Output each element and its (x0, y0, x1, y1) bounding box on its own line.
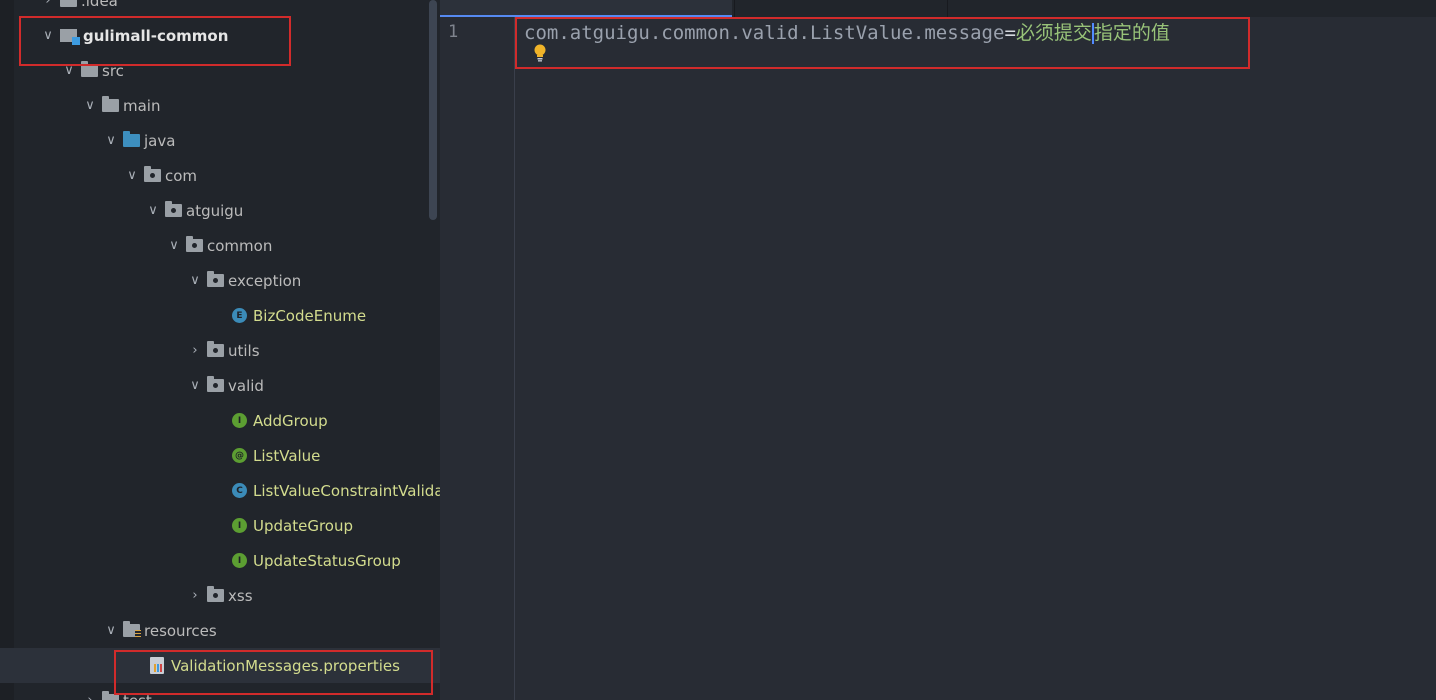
tree-item-label: utils (228, 341, 260, 360)
tree-item-label: .idea (81, 0, 118, 10)
tree-item-valid[interactable]: ∨ valid (0, 368, 440, 403)
tree-item-com[interactable]: ∨ com (0, 158, 440, 193)
tree-scrollbar[interactable] (429, 0, 437, 220)
folder-icon (60, 0, 77, 7)
highlight-box-module (19, 16, 291, 66)
interface-icon: I (232, 413, 247, 428)
package-icon (165, 201, 182, 217)
folder-icon (102, 96, 119, 112)
highlight-box-code (515, 17, 1250, 69)
chevron-down-icon[interactable]: ∨ (103, 133, 119, 148)
line-number: 1 (448, 22, 459, 42)
tree-item-label: resources (144, 621, 217, 640)
tree-item-label: UpdateStatusGroup (253, 551, 401, 570)
package-icon (207, 376, 224, 392)
annotation-icon: @ (232, 448, 247, 463)
package-icon (207, 586, 224, 602)
project-tree-panel: › .idea ∨ gulimall-common ∨ src ∨ main ∨… (0, 0, 440, 700)
chevron-down-icon[interactable]: ∨ (145, 203, 161, 218)
tree-item-label: ListValue (253, 446, 321, 465)
enum-icon: E (232, 308, 247, 323)
chevron-right-icon[interactable]: › (40, 0, 56, 8)
line-gutter (440, 17, 515, 700)
tree-item-atguigu[interactable]: ∨ atguigu (0, 193, 440, 228)
tree-item-xss[interactable]: › xss (0, 578, 440, 613)
class-icon: C (232, 483, 247, 498)
resources-folder-icon (123, 621, 141, 638)
chevron-right-icon[interactable]: › (82, 693, 98, 700)
tree-item-common[interactable]: ∨ common (0, 228, 440, 263)
interface-icon: I (232, 518, 247, 533)
chevron-down-icon[interactable]: ∨ (166, 238, 182, 253)
highlight-box-properties-file (114, 650, 433, 695)
tree-item-resources[interactable]: ∨ resources (0, 613, 440, 648)
tree-item-label: exception (228, 271, 302, 290)
tree-item-label: atguigu (186, 201, 244, 220)
editor-panel: 1 com.atguigu.common.valid.ListValue.mes… (440, 0, 1436, 700)
tree-item-label: common (207, 236, 273, 255)
source-folder-icon (123, 131, 140, 147)
tree-item-updatestatusgroup[interactable]: I UpdateStatusGroup (0, 543, 440, 578)
chevron-down-icon[interactable]: ∨ (124, 168, 140, 183)
tree-item-label: AddGroup (253, 411, 328, 430)
chevron-down-icon[interactable]: ∨ (187, 378, 203, 393)
tree-item-bizcodeenume[interactable]: E BizCodeEnume (0, 298, 440, 333)
package-icon (207, 271, 224, 287)
editor-tab-bar (440, 0, 1436, 17)
tree-item-listvalueconstraintvalidator[interactable]: C ListValueConstraintValidator (0, 473, 440, 508)
package-icon (186, 236, 203, 252)
tree-item-label: UpdateGroup (253, 516, 353, 535)
tree-item-listvalue[interactable]: @ ListValue (0, 438, 440, 473)
tab-other[interactable] (734, 0, 948, 17)
chevron-right-icon[interactable]: › (187, 343, 203, 358)
tree-item-exception[interactable]: ∨ exception (0, 263, 440, 298)
tree-item-main[interactable]: ∨ main (0, 88, 440, 123)
chevron-down-icon[interactable]: ∨ (103, 623, 119, 638)
chevron-down-icon[interactable]: ∨ (187, 273, 203, 288)
tree-item-label: xss (228, 586, 253, 605)
chevron-right-icon[interactable]: › (187, 588, 203, 603)
tree-item-java[interactable]: ∨ java (0, 123, 440, 158)
package-icon (207, 341, 224, 357)
tree-item-addgroup[interactable]: I AddGroup (0, 403, 440, 438)
tree-item-label: com (165, 166, 198, 185)
interface-icon: I (232, 553, 247, 568)
tree-item-label: java (144, 131, 176, 150)
package-icon (144, 166, 161, 182)
chevron-down-icon[interactable]: ∨ (82, 98, 98, 113)
tree-item-updategroup[interactable]: I UpdateGroup (0, 508, 440, 543)
tree-item-label: main (123, 96, 161, 115)
tree-item-utils[interactable]: › utils (0, 333, 440, 368)
tab-validationmessages[interactable] (440, 0, 732, 17)
tree-item-label: BizCodeEnume (253, 306, 367, 325)
tree-item-label: ListValueConstraintValidator (253, 481, 440, 500)
tree-item-label: valid (228, 376, 264, 395)
